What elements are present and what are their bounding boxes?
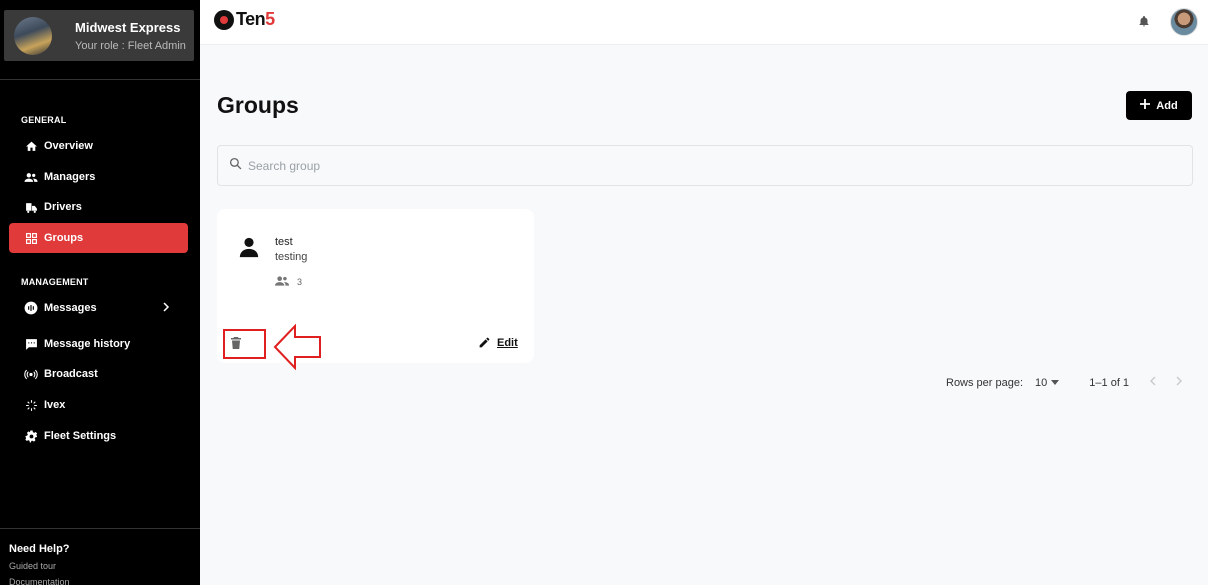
person-icon: [238, 236, 260, 263]
add-group-button[interactable]: Add: [1126, 91, 1192, 120]
sidebar-item-label: Broadcast: [44, 368, 98, 380]
help-title: Need Help?: [9, 543, 70, 555]
divider: [0, 79, 200, 80]
truck-icon: [24, 200, 38, 214]
pencil-icon: [479, 337, 490, 348]
member-count-value: 3: [297, 277, 303, 287]
sidebar-item-label: Fleet Settings: [44, 430, 117, 442]
company-logo: [14, 17, 52, 55]
sidebar-item-drivers[interactable]: Drivers: [9, 192, 188, 222]
documentation-link[interactable]: Documentation: [9, 577, 191, 585]
rows-per-page-select[interactable]: 10: [1035, 376, 1060, 389]
rows-per-page-value: 10: [1035, 376, 1048, 389]
section-label-general: GENERAL: [21, 115, 67, 125]
logo-mark-icon: [214, 9, 234, 30]
gear-icon: [24, 429, 38, 443]
sidebar-item-messages[interactable]: Messages: [9, 293, 188, 323]
sidebar-item-label: Groups: [44, 232, 84, 244]
brand-logo[interactable]: Ten 5: [214, 9, 275, 30]
search-bar: [217, 145, 1193, 186]
sidebar-item-groups[interactable]: Groups: [9, 223, 188, 253]
sidebar-item-overview[interactable]: Overview: [9, 131, 188, 161]
broadcast-icon: [24, 367, 38, 381]
spinner-icon: [24, 398, 38, 412]
sidebar-item-label: Drivers: [44, 201, 82, 213]
plus-icon: [1140, 99, 1151, 112]
section-label-management: MANAGEMENT: [21, 277, 89, 287]
topbar: Ten 5: [200, 0, 1208, 45]
sidebar-item-label: Overview: [44, 140, 93, 152]
guided-tour-link[interactable]: Guided tour: [9, 561, 191, 571]
sidebar-item-label: Ivex: [44, 399, 66, 411]
edit-group-button[interactable]: Edit: [478, 336, 518, 349]
sidebar-item-label: Message history: [44, 338, 131, 350]
grid-icon: [24, 231, 38, 245]
avatar[interactable]: [1170, 8, 1198, 36]
chevron-right-icon: [162, 302, 170, 315]
sidebar-item-label: Managers: [44, 171, 96, 183]
sidebar-item-managers[interactable]: Managers: [9, 162, 188, 192]
bell-icon[interactable]: [1138, 14, 1150, 33]
brand-name: Ten: [236, 9, 266, 29]
sidebar-item-fleet-settings[interactable]: Fleet Settings: [9, 421, 188, 451]
sidebar: Midwest Express Your role : Fleet Admin …: [0, 0, 200, 585]
member-count: 3: [275, 275, 302, 289]
page-title: Groups: [217, 92, 299, 118]
sidebar-item-message-history[interactable]: Message history: [9, 329, 188, 359]
sidebar-item-ivex[interactable]: Ivex: [9, 390, 188, 420]
chat-icon: [24, 337, 38, 351]
user-role: Your role : Fleet Admin: [75, 40, 186, 52]
brand-accent: 5: [265, 9, 275, 29]
rows-per-page-label: Rows per page:: [946, 376, 1024, 389]
chevron-left-icon: [1150, 376, 1156, 386]
company-switcher[interactable]: Midwest Express Your role : Fleet Admin: [4, 10, 194, 61]
chevron-right-icon: [1176, 376, 1183, 386]
search-icon: [229, 157, 242, 175]
message-bubble-icon: [24, 301, 38, 315]
sidebar-item-label: Messages: [44, 302, 97, 314]
people-icon: [24, 170, 38, 184]
group-description: testing: [275, 251, 308, 263]
add-label: Add: [1156, 99, 1178, 112]
caret-down-icon: [1051, 380, 1060, 385]
arrow-left-icon: [273, 324, 321, 370]
search-input[interactable]: [248, 158, 1148, 173]
prev-page-button[interactable]: [1149, 376, 1156, 389]
help-section: Need Help? Guided tour Documentation: [0, 528, 200, 585]
pagination: Rows per page: 10 1–1 of 1: [946, 376, 1183, 389]
group-name: test: [275, 236, 293, 248]
highlight-box: [223, 329, 266, 359]
home-icon: [24, 139, 38, 153]
people-icon: [275, 275, 289, 289]
company-name: Midwest Express: [75, 20, 181, 35]
sidebar-item-broadcast[interactable]: Broadcast: [9, 359, 188, 389]
edit-label: Edit: [497, 336, 518, 349]
next-page-button[interactable]: [1176, 376, 1183, 389]
page-range: 1–1 of 1: [1089, 376, 1130, 389]
